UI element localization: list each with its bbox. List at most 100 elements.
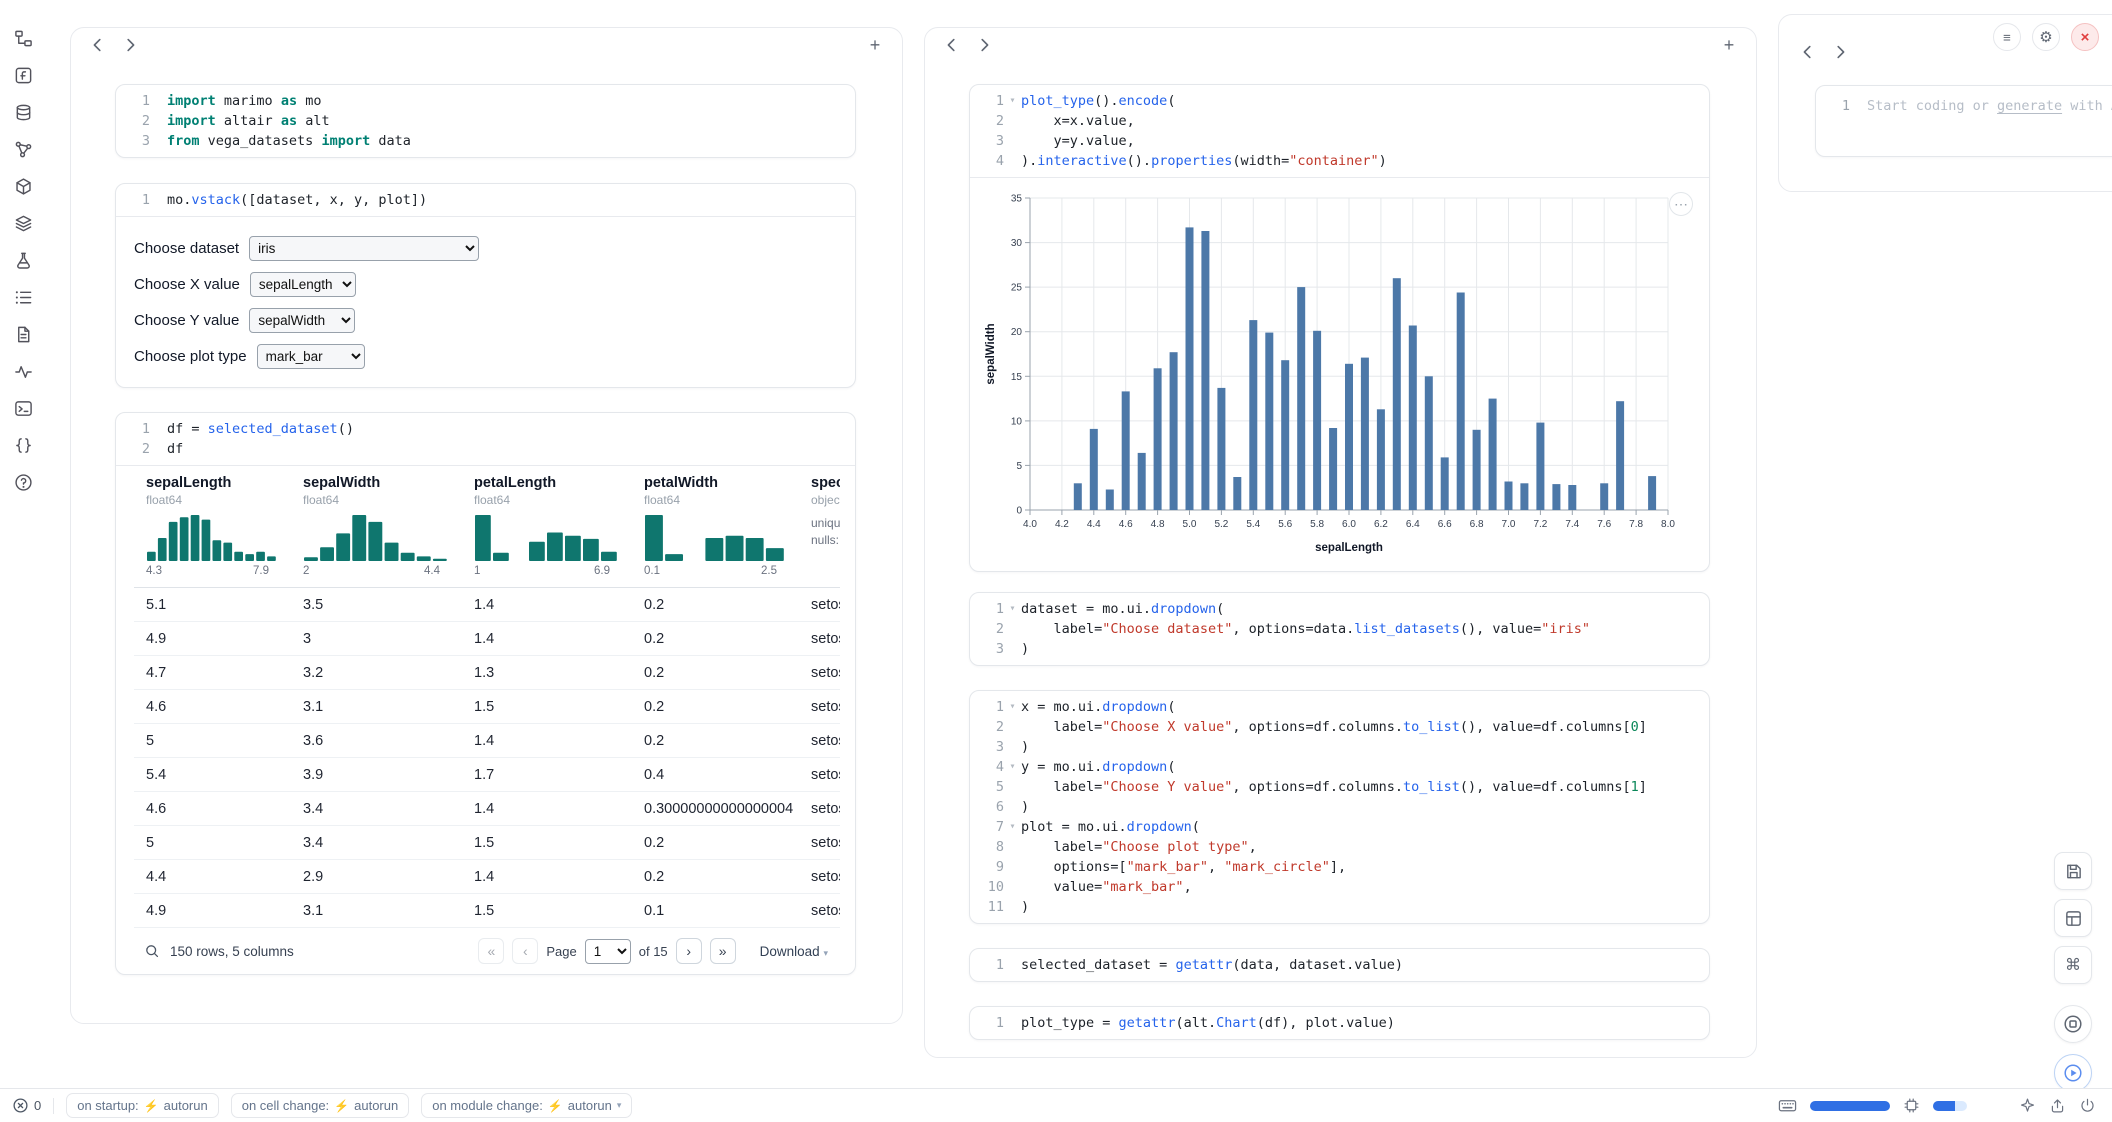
prev-page-button[interactable]: ‹	[512, 938, 538, 964]
column-right-chevron-icon[interactable]	[1827, 39, 1853, 65]
fold-chevron-icon[interactable]: ▾	[1004, 757, 1021, 777]
package-icon[interactable]	[9, 172, 39, 200]
cell-editor[interactable]: 1▾plot_type().encode(2 x=x.value,3 y=y.v…	[970, 85, 1709, 177]
shutdown-close-icon[interactable]: ×	[2071, 23, 2099, 51]
add-cell-button[interactable]: +	[862, 32, 888, 58]
fold-chevron-icon[interactable]: ▾	[1004, 599, 1021, 619]
file-icon[interactable]	[9, 320, 39, 348]
code-line: 1selected_dataset = getattr(data, datase…	[970, 955, 1709, 975]
column-header[interactable]: petalLengthfloat6416.9	[462, 466, 632, 587]
list-icon[interactable]	[9, 283, 39, 311]
page-number-select[interactable]: 1	[585, 939, 631, 964]
svg-text:7.8: 7.8	[1629, 519, 1643, 530]
on-module-change-chip[interactable]: on module change:⚡autorun▾	[421, 1093, 632, 1118]
function-icon[interactable]	[9, 61, 39, 89]
line-number: 9	[970, 857, 1004, 877]
file-tree-icon[interactable]	[9, 24, 39, 52]
last-page-button[interactable]: »	[710, 938, 736, 964]
layers-icon[interactable]	[9, 209, 39, 237]
settings-gear-icon[interactable]: ⚙	[2032, 23, 2060, 51]
column-header[interactable]: sepalWidthfloat6424.4	[291, 466, 462, 587]
stop-circle-icon[interactable]	[2054, 1005, 2092, 1043]
fold-chevron-icon	[150, 131, 167, 151]
terminal-icon[interactable]	[9, 394, 39, 422]
vega-bar-chart[interactable]: 4.04.24.44.64.85.05.25.45.65.86.06.26.46…	[982, 186, 1709, 563]
cell-dataset-dropdown[interactable]: 1▾dataset = mo.ui.dropdown(2 label="Choo…	[969, 592, 1710, 666]
dataset-select[interactable]: iris	[249, 236, 479, 261]
cell-editor[interactable]: 1df = selected_dataset()2df	[116, 413, 855, 465]
first-page-button[interactable]: «	[478, 938, 504, 964]
line-number: 1	[970, 955, 1004, 975]
activity-icon[interactable]	[9, 357, 39, 385]
chip-icon[interactable]	[1903, 1097, 1920, 1114]
plot-type-select[interactable]: mark_bar	[257, 344, 365, 369]
generate-link[interactable]: generate	[1997, 98, 2062, 114]
column-left-chevron-icon[interactable]	[1795, 39, 1821, 65]
keyboard-icon[interactable]	[1778, 1096, 1797, 1115]
column-right-chevron-icon[interactable]	[117, 32, 143, 58]
choose-plot-type-label: Choose plot type	[134, 348, 247, 365]
code-line: 7▾plot = mo.ui.dropdown(	[970, 817, 1709, 837]
layout-grid-icon[interactable]	[2054, 899, 2092, 937]
line-number: 1	[970, 599, 1004, 619]
cell-vstack[interactable]: 1mo.vstack([dataset, x, y, plot]) Choose…	[115, 183, 856, 388]
memory-bar	[1810, 1101, 1890, 1111]
cell-editor[interactable]: 1plot_type = getattr(alt.Chart(df), plot…	[970, 1007, 1709, 1039]
braces-icon[interactable]	[9, 431, 39, 459]
sparkle-icon[interactable]	[2019, 1097, 2036, 1114]
on-startup-chip[interactable]: on startup:⚡autorun	[66, 1093, 218, 1118]
column-header[interactable]: sepalLengthfloat644.37.9	[134, 466, 291, 587]
help-icon[interactable]	[9, 468, 39, 496]
cell-editor[interactable]: 1selected_dataset = getattr(data, datase…	[970, 949, 1709, 981]
ai-placeholder[interactable]: Start coding or generate with AI	[1867, 96, 2112, 116]
command-icon[interactable]: ⌘	[2054, 946, 2092, 984]
fold-chevron-icon	[150, 439, 167, 459]
line-number: 2	[970, 717, 1004, 737]
cell-plot-type[interactable]: 1plot_type = getattr(alt.Chart(df), plot…	[969, 1006, 1710, 1040]
database-icon[interactable]	[9, 98, 39, 126]
new-cell-ai-prompt[interactable]: 1 Start coding or generate with AI	[1815, 85, 2112, 157]
error-count-button[interactable]: 0	[12, 1097, 41, 1114]
fold-chevron-icon	[150, 419, 167, 439]
code-line: 2 x=x.value,	[970, 111, 1709, 131]
cell-editor[interactable]: 1import marimo as mo2import altair as al…	[116, 85, 855, 157]
svg-text:35: 35	[1011, 194, 1023, 205]
add-cell-button[interactable]: +	[1716, 32, 1742, 58]
code-line: 4▾y = mo.ui.dropdown(	[970, 757, 1709, 777]
cell-editor[interactable]: 1▾dataset = mo.ui.dropdown(2 label="Choo…	[970, 593, 1709, 665]
column-right-chevron-icon[interactable]	[971, 32, 997, 58]
cell-imports[interactable]: 1import marimo as mo2import altair as al…	[115, 84, 856, 158]
on-cell-change-chip[interactable]: on cell change:⚡autorun	[231, 1093, 410, 1118]
save-icon[interactable]	[2054, 852, 2092, 890]
menu-icon[interactable]: ≡	[1993, 23, 2021, 51]
flask-icon[interactable]	[9, 246, 39, 274]
cell-editor[interactable]: 1mo.vstack([dataset, x, y, plot])	[116, 184, 855, 216]
svg-text:4.4: 4.4	[1087, 519, 1101, 530]
code-line: 1▾plot_type().encode(	[970, 91, 1709, 111]
next-page-button[interactable]: ›	[676, 938, 702, 964]
dependency-graph-icon[interactable]	[9, 135, 39, 163]
y-value-select[interactable]: sepalWidth	[249, 308, 355, 333]
fold-chevron-icon	[150, 111, 167, 131]
run-circle-icon[interactable]	[2054, 1054, 2092, 1092]
fold-chevron-icon[interactable]: ▾	[1004, 817, 1021, 837]
x-value-select[interactable]: sepalLength	[250, 272, 356, 297]
download-button[interactable]: Download ▾	[760, 944, 828, 959]
cell-dataframe[interactable]: 1df = selected_dataset()2df sepalLengthf…	[115, 412, 856, 975]
fold-chevron-icon[interactable]: ▾	[1004, 697, 1021, 717]
cell-xy-plot-dropdowns[interactable]: 1▾x = mo.ui.dropdown(2 label="Choose X v…	[969, 690, 1710, 924]
cell-editor[interactable]: 1▾x = mo.ui.dropdown(2 label="Choose X v…	[970, 691, 1709, 923]
column-header[interactable]: speciesobjectuniquenulls:	[799, 466, 840, 587]
svg-text:8.0: 8.0	[1661, 519, 1675, 530]
chart-options-icon[interactable]: ⋯	[1669, 192, 1693, 216]
fold-chevron-icon[interactable]: ▾	[1004, 91, 1021, 111]
cell-plot[interactable]: 1▾plot_type().encode(2 x=x.value,3 y=y.v…	[969, 84, 1710, 572]
cell-selected-dataset[interactable]: 1selected_dataset = getattr(data, datase…	[969, 948, 1710, 982]
column-left-chevron-icon[interactable]	[85, 32, 111, 58]
column-left-chevron-icon[interactable]	[939, 32, 965, 58]
table-search-icon[interactable]	[144, 943, 160, 959]
svg-text:7.0: 7.0	[1502, 519, 1516, 530]
share-icon[interactable]	[2049, 1097, 2066, 1114]
column-header[interactable]: petalWidthfloat640.12.5	[632, 466, 799, 587]
power-icon[interactable]	[2079, 1097, 2096, 1114]
